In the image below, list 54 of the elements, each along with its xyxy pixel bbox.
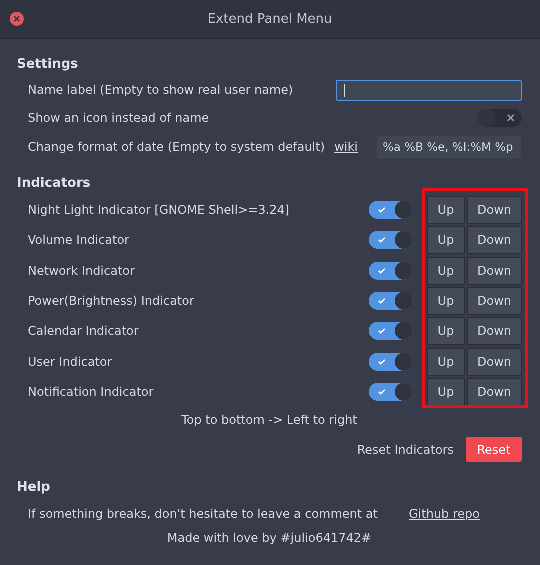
up-button[interactable]: Up xyxy=(427,378,465,406)
indicator-label: Power(Brightness) Indicator xyxy=(28,294,196,308)
setting-label: Name label (Empty to show real user name) xyxy=(28,83,294,97)
down-button[interactable]: Down xyxy=(467,196,522,224)
indicator-label: Volume Indicator xyxy=(28,233,130,248)
section-heading: Indicators xyxy=(17,176,91,191)
reset-button[interactable]: Reset xyxy=(466,437,522,462)
up-button[interactable]: Up xyxy=(427,226,465,254)
check-icon xyxy=(377,205,387,216)
up-button[interactable]: Up xyxy=(427,256,465,285)
down-button[interactable]: Down xyxy=(467,348,522,376)
up-button[interactable]: Up xyxy=(427,317,465,346)
check-icon xyxy=(377,326,387,336)
credit-text: Made with love by #julio641742# xyxy=(167,531,372,546)
up-button[interactable]: Up xyxy=(427,196,465,224)
up-button[interactable]: Up xyxy=(427,287,465,316)
close-icon[interactable] xyxy=(10,12,24,26)
check-icon xyxy=(377,296,387,306)
help-text: If something breaks, don't hesitate to leave a comment at xyxy=(28,507,378,522)
indicator-label: Calendar Indicator xyxy=(28,324,140,338)
up-button[interactable]: Up xyxy=(427,348,465,376)
toggle-switch[interactable] xyxy=(369,322,413,340)
section-heading: Help xyxy=(17,480,50,496)
input-field[interactable]: %a %B %e, %I:%M %p xyxy=(376,135,522,159)
indicator-label: Network Indicator xyxy=(28,264,136,278)
indicator-label: User Indicator xyxy=(28,354,114,369)
toggle-switch[interactable] xyxy=(369,292,413,310)
cross-icon xyxy=(507,114,515,122)
setting-label: Change format of date (Empty to system default) xyxy=(28,140,326,154)
down-button[interactable]: Down xyxy=(467,226,522,254)
check-icon xyxy=(377,356,387,367)
wiki-link[interactable]: wiki xyxy=(334,140,358,154)
toggle-switch[interactable] xyxy=(369,352,413,371)
reset-label: Reset Indicators xyxy=(357,442,454,457)
section-heading: Settings xyxy=(17,57,78,72)
check-icon xyxy=(377,386,387,397)
order-note: Top to bottom -> Left to right xyxy=(182,413,358,428)
toggle-switch[interactable] xyxy=(369,231,413,250)
window-title: Extend Panel Menu xyxy=(208,12,332,26)
input-field[interactable] xyxy=(336,80,522,100)
github-link[interactable]: Github repo xyxy=(409,507,480,522)
toggle-switch[interactable] xyxy=(369,262,413,280)
down-button[interactable]: Down xyxy=(467,317,522,346)
down-button[interactable]: Down xyxy=(467,287,522,316)
down-button[interactable]: Down xyxy=(467,256,522,285)
toggle-switch[interactable] xyxy=(369,382,413,401)
indicator-label: Notification Indicator xyxy=(28,384,155,399)
indicator-label: Night Light Indicator [GNOME Shell>=3.24] xyxy=(28,203,291,218)
toggle-switch[interactable] xyxy=(478,109,522,127)
check-icon xyxy=(377,266,387,276)
check-icon xyxy=(377,235,387,246)
down-button[interactable]: Down xyxy=(467,378,522,406)
setting-label: Show an icon instead of name xyxy=(28,111,210,125)
toggle-switch[interactable] xyxy=(369,201,413,220)
